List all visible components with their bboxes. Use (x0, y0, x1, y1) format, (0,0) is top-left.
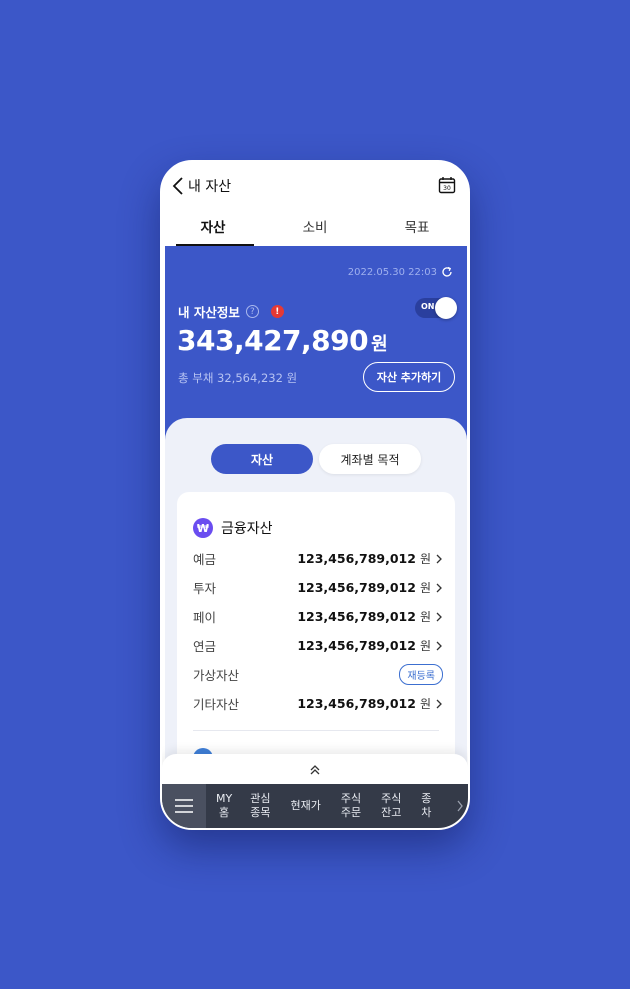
row-label: 기타자산 (193, 697, 240, 712)
nav-stock-balance[interactable]: 주식 잔고 (381, 792, 401, 820)
hamburger-icon (175, 799, 193, 813)
chevron-right-icon (436, 699, 442, 708)
total-debt: 총 부채 32,564,232 원 (178, 371, 298, 385)
won-icon: ₩ (193, 518, 213, 538)
nav-stock-order[interactable]: 주식 주문 (341, 792, 361, 820)
divider (193, 730, 439, 731)
phone-frame: 내 자산 30 자산 소비 목표 2022.05.30 22:03 내 자산정보… (160, 160, 470, 830)
asset-summary: 2022.05.30 22:03 내 자산정보 ? ! ON 343,427,8… (165, 246, 467, 446)
calendar-day: 30 (443, 185, 451, 192)
visibility-toggle[interactable]: ON (415, 297, 457, 319)
segment-asset[interactable]: 자산 (211, 444, 313, 474)
asset-row-virtual: 가상자산 재등록 (193, 660, 443, 689)
nav-my-home[interactable]: MY 홈 (216, 792, 232, 820)
row-value: 123,456,789,012 (297, 580, 416, 595)
nav-current-price[interactable]: 현재가 (290, 799, 320, 813)
row-label: 가상자산 (193, 668, 240, 683)
chevron-right-icon[interactable] (456, 800, 464, 812)
row-unit: 원 (419, 697, 431, 711)
alert-icon[interactable]: ! (270, 305, 284, 318)
toggle-knob (435, 297, 457, 319)
row-label: 페이 (193, 610, 217, 625)
asset-row-investment[interactable]: 투자 123,456,789,012 원 (193, 573, 443, 602)
tab-spending[interactable]: 소비 (264, 214, 366, 246)
toggle-label: ON (421, 302, 435, 311)
reregister-button[interactable]: 재등록 (399, 664, 443, 685)
tab-bar: 자산 소비 목표 (162, 214, 468, 246)
bottom-nav: MY 홈 관심 종목 현재가 주식 주문 주식 잔고 종 차 (162, 784, 468, 828)
card-title: 금융자산 (221, 521, 273, 537)
refresh-icon[interactable] (441, 266, 453, 278)
chevron-right-icon (436, 554, 442, 563)
back-button[interactable]: 내 자산 (172, 176, 231, 196)
calendar-icon[interactable]: 30 (438, 176, 456, 194)
chevron-left-icon (172, 177, 183, 195)
row-unit: 원 (419, 610, 431, 624)
total-unit: 원 (371, 334, 388, 355)
timestamp-text: 2022.05.30 22:03 (347, 266, 437, 278)
row-label: 연금 (193, 639, 217, 654)
row-label: 예금 (193, 552, 217, 567)
card-header: ₩ 금융자산 (193, 518, 273, 538)
chevron-right-icon (436, 583, 442, 592)
row-unit: 원 (419, 552, 431, 566)
add-asset-button[interactable]: 자산 추가하기 (363, 362, 455, 392)
segment-control: 자산 계좌별 목적 (211, 444, 421, 474)
asset-row-other[interactable]: 기타자산 123,456,789,012 원 (193, 689, 443, 718)
nav-watchlist[interactable]: 관심 종목 (250, 792, 270, 820)
row-label: 투자 (193, 581, 217, 596)
segment-account-purpose[interactable]: 계좌별 목적 (319, 444, 421, 474)
chevron-right-icon (436, 641, 442, 650)
bottom-sheet-handle[interactable] (162, 754, 468, 786)
chevron-double-up-icon (310, 765, 320, 775)
asset-info-title: 내 자산정보 (178, 305, 240, 320)
nav-more[interactable]: 종 차 (419, 792, 433, 820)
asset-row-pension[interactable]: 연금 123,456,789,012 원 (193, 631, 443, 660)
row-value: 123,456,789,012 (297, 551, 416, 566)
row-value: 123,456,789,012 (297, 696, 416, 711)
total-assets: 343,427,890 원 (177, 324, 388, 357)
asset-info-header: 내 자산정보 ? ! (178, 302, 284, 321)
tab-asset[interactable]: 자산 (162, 214, 264, 246)
help-icon[interactable]: ? (245, 305, 259, 318)
row-unit: 원 (419, 581, 431, 595)
menu-button[interactable] (162, 784, 206, 828)
chevron-right-icon (436, 612, 442, 621)
tab-goal[interactable]: 목표 (366, 214, 468, 246)
row-value: 123,456,789,012 (297, 609, 416, 624)
total-amount: 343,427,890 (177, 324, 369, 357)
asset-row-pay[interactable]: 페이 123,456,789,012 원 (193, 602, 443, 631)
row-value: 123,456,789,012 (297, 638, 416, 653)
page-title: 내 자산 (188, 179, 232, 195)
asset-row-deposit[interactable]: 예금 123,456,789,012 원 (193, 544, 443, 573)
asset-rows: 예금 123,456,789,012 원 투자 123,456,789,012 … (193, 544, 443, 718)
row-unit: 원 (419, 639, 431, 653)
top-bar: 내 자산 30 (162, 162, 468, 210)
timestamp: 2022.05.30 22:03 (348, 266, 453, 278)
